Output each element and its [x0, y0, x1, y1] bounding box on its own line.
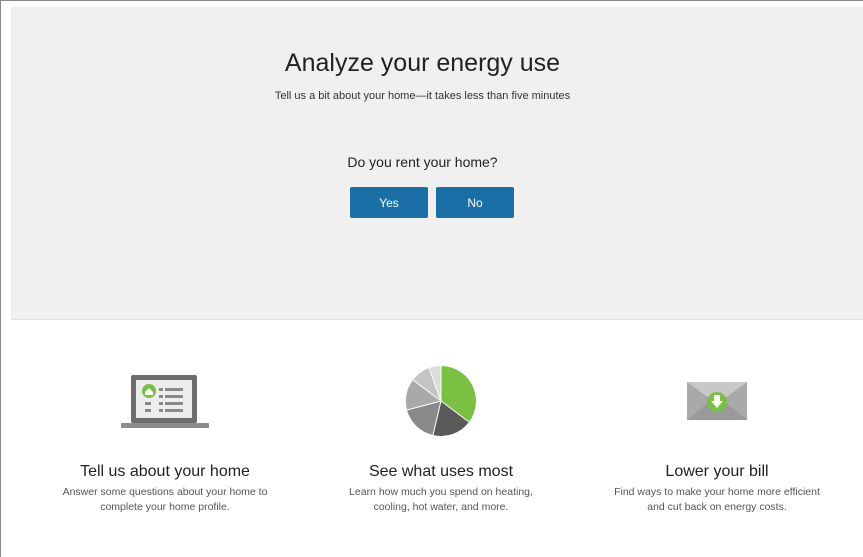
- feature-description: Answer some questions about your home to…: [62, 486, 268, 513]
- page-title: Analyze your energy use: [284, 49, 561, 77]
- envelope-download-icon: [587, 361, 847, 441]
- page-frame: Analyze your energy use Tell us a bit ab…: [0, 0, 863, 557]
- feature-tell-us: Tell us about your home Answer some ques…: [35, 361, 295, 515]
- no-button[interactable]: No: [436, 187, 514, 218]
- feature-title: Lower your bill: [665, 463, 769, 480]
- feature-see-uses: See what uses most Learn how much you sp…: [311, 361, 571, 515]
- feature-title: See what uses most: [368, 463, 514, 480]
- laptop-profile-icon: [35, 361, 295, 441]
- rent-question: Do you rent your home?: [347, 154, 498, 170]
- feature-title: Tell us about your home: [80, 463, 250, 480]
- pie-chart-icon: [311, 361, 571, 441]
- page-subtitle: Tell us a bit about your home—it takes l…: [274, 90, 571, 102]
- feature-description: Learn how much you spend on heating, coo…: [349, 486, 533, 513]
- yes-button[interactable]: Yes: [350, 187, 428, 218]
- feature-lower-bill: Lower your bill Find ways to make your h…: [587, 361, 847, 515]
- feature-description: Find ways to make your home more efficie…: [614, 486, 820, 513]
